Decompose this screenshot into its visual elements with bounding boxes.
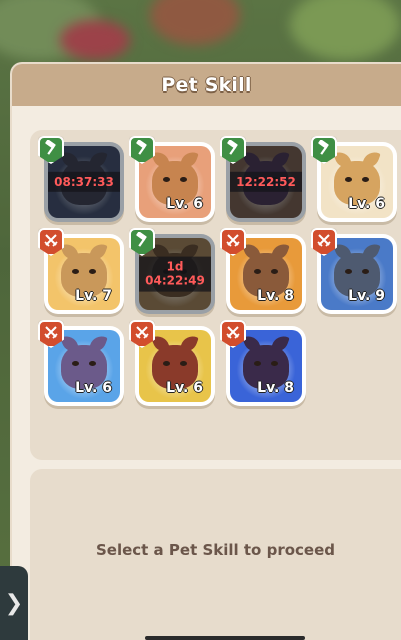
skill-info-area: Select a Pet Skill to proceed: [30, 469, 401, 640]
pet-skill-tile[interactable]: Lv. 8: [220, 320, 306, 406]
eye-icon: [180, 361, 187, 367]
eye-icon: [254, 269, 261, 275]
pet-skill-grid: 08:37:33 Lv. 6 12:22:52 Lv. 6 Lv. 7 1d 04:22:4…: [30, 130, 401, 460]
pet-skill-tile[interactable]: 1d 04:22:49: [129, 228, 215, 314]
eye-icon: [345, 177, 352, 183]
eye-icon: [72, 269, 79, 275]
chevron-right-icon: ❯: [4, 590, 24, 616]
eye-icon: [271, 269, 278, 275]
select-prompt: Select a Pet Skill to proceed: [95, 541, 336, 559]
cooldown-timer: 12:22:52: [230, 171, 302, 193]
pet-level-label: Lv. 8: [257, 288, 294, 304]
side-expand-button[interactable]: ❯: [0, 566, 28, 640]
pet-level-label: Lv. 6: [75, 380, 112, 396]
pet-level-label: Lv. 7: [75, 288, 112, 304]
pet-level-label: Lv. 9: [348, 288, 385, 304]
eye-icon: [271, 361, 278, 367]
pet-skill-tile[interactable]: Lv. 8: [220, 228, 306, 314]
pet-level-label: Lv. 6: [166, 196, 203, 212]
home-indicator: [145, 636, 305, 640]
pet-skill-tile[interactable]: Lv. 6: [311, 136, 397, 222]
pet-level-label: Lv. 8: [257, 380, 294, 396]
eye-icon: [362, 269, 369, 275]
eye-icon: [254, 361, 261, 367]
eye-icon: [89, 269, 96, 275]
pet-skill-tile[interactable]: Lv. 6: [38, 320, 124, 406]
pet-level-label: Lv. 6: [166, 380, 203, 396]
cooldown-timer: 08:37:33: [48, 171, 120, 193]
pet-level-label: Lv. 6: [348, 196, 385, 212]
eye-icon: [163, 177, 170, 183]
eye-icon: [72, 361, 79, 367]
panel-header: Pet Skill: [12, 64, 401, 106]
pet-skill-tile[interactable]: Lv. 6: [129, 320, 215, 406]
page-title: Pet Skill: [161, 74, 252, 96]
pet-skill-panel: Pet Skill 08:37:33 Lv. 6 12:22:52 Lv. 6 Lv. …: [12, 64, 401, 640]
eye-icon: [163, 361, 170, 367]
pet-skill-tile[interactable]: 12:22:52: [220, 136, 306, 222]
cooldown-timer: 1d 04:22:49: [139, 256, 211, 292]
eye-icon: [362, 177, 369, 183]
pet-skill-tile[interactable]: 08:37:33: [38, 136, 124, 222]
pet-skill-tile[interactable]: Lv. 9: [311, 228, 397, 314]
eye-icon: [89, 361, 96, 367]
pet-skill-tile[interactable]: Lv. 6: [129, 136, 215, 222]
pet-skill-tile[interactable]: Lv. 7: [38, 228, 124, 314]
eye-icon: [180, 177, 187, 183]
eye-icon: [345, 269, 352, 275]
